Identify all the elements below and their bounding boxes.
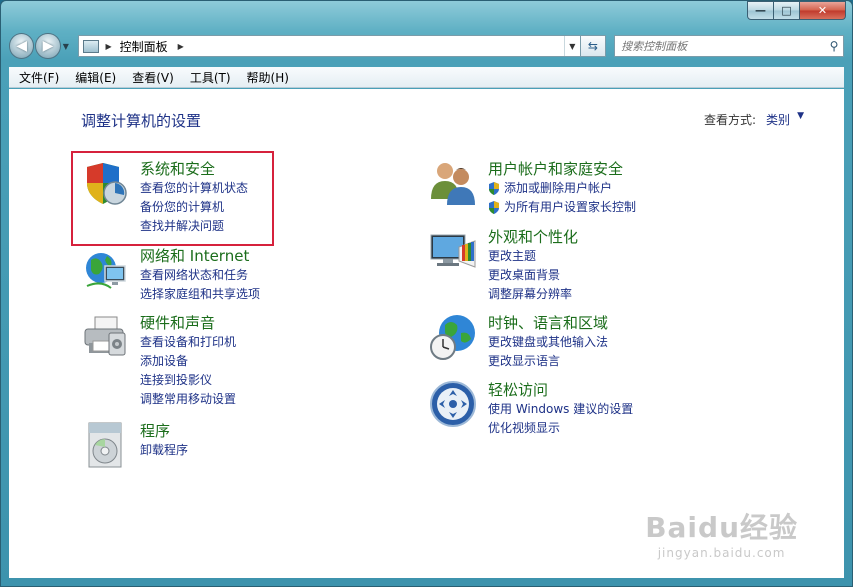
- category-link[interactable]: 更改桌面背景: [488, 266, 578, 285]
- category-link[interactable]: 调整屏幕分辨率: [488, 285, 578, 304]
- close-button[interactable]: ✕: [800, 1, 846, 20]
- category-title[interactable]: 用户帐户和家庭安全: [488, 159, 636, 179]
- printer-icon: [84, 316, 126, 356]
- category-link[interactable]: 更改键盘或其他输入法: [488, 333, 608, 352]
- category-title[interactable]: 轻松访问: [488, 380, 633, 400]
- appearance-icon: [430, 234, 476, 268]
- address-dropdown-icon[interactable]: ▼: [563, 36, 580, 56]
- category-title[interactable]: 外观和个性化: [488, 227, 578, 247]
- control-panel-window: — □ ✕ ◀ ▶ ▼ ▶ 控制面板 ▶ ▼ ⇆ ⚲ 文件(F) 编辑(E) 查…: [0, 0, 853, 587]
- category-title[interactable]: 时钟、语言和区域: [488, 313, 608, 333]
- category-link[interactable]: 查看设备和打印机: [140, 333, 236, 352]
- view-by-selector[interactable]: 类别: [766, 111, 790, 128]
- users-icon: [431, 163, 475, 205]
- highlight-box: [71, 151, 274, 246]
- content-pane: 调整计算机的设置 查看方式: 类别 ▼ 系统和安全 查看您的计算机状态 备份您的…: [9, 89, 844, 578]
- category-link[interactable]: 使用 Windows 建议的设置: [488, 400, 633, 419]
- category-link[interactable]: 添加设备: [140, 352, 236, 371]
- clock-globe-icon: [430, 315, 475, 360]
- category-link-text[interactable]: 为所有用户设置家长控制: [504, 198, 636, 217]
- category-link[interactable]: 更改显示语言: [488, 352, 608, 371]
- uac-shield-icon: [489, 201, 499, 214]
- category-title[interactable]: 网络和 Internet: [140, 246, 260, 266]
- category-link-text[interactable]: 添加或删除用户帐户: [504, 179, 612, 198]
- category-link[interactable]: 优化视频显示: [488, 419, 633, 438]
- control-panel-icon: [83, 39, 100, 53]
- view-by-label: 查看方式:: [703, 113, 756, 127]
- category-link[interactable]: 连接到投影仪: [140, 371, 236, 390]
- breadcrumb-arrow-icon[interactable]: ▶: [178, 42, 184, 51]
- category-link[interactable]: 更改主题: [488, 247, 578, 266]
- recent-pages-dropdown[interactable]: ▼: [63, 42, 73, 51]
- ease-of-access-icon: [430, 381, 476, 427]
- baidu-watermark: Baidu经验 jingyan.baidu.com: [645, 506, 798, 560]
- refresh-icon: ⇆: [587, 39, 598, 53]
- category-link[interactable]: 选择家庭组和共享选项: [140, 285, 260, 304]
- category-link[interactable]: 添加或删除用户帐户: [488, 179, 636, 198]
- breadcrumb-arrow-icon[interactable]: ▶: [105, 42, 111, 51]
- category-link[interactable]: 查看网络状态和任务: [140, 266, 260, 285]
- caption-buttons: — □ ✕: [747, 1, 846, 21]
- category-link[interactable]: 为所有用户设置家长控制: [488, 198, 636, 217]
- menu-tools[interactable]: 工具(T): [190, 69, 231, 86]
- search-icon[interactable]: ⚲: [825, 39, 843, 53]
- chevron-down-icon[interactable]: ▼: [797, 111, 804, 121]
- category-title[interactable]: 硬件和声音: [140, 313, 236, 333]
- menu-edit[interactable]: 编辑(E): [75, 69, 116, 86]
- programs-icon: [88, 422, 122, 468]
- address-bar[interactable]: ▶ 控制面板 ▶ ▼: [78, 35, 581, 57]
- watermark-logo: Baidu经验: [645, 511, 798, 544]
- minimize-button[interactable]: —: [747, 1, 774, 20]
- category-title[interactable]: 程序: [140, 421, 188, 441]
- search-box[interactable]: ⚲: [614, 35, 844, 57]
- breadcrumb-control-panel[interactable]: 控制面板: [120, 38, 168, 55]
- network-globe-icon: [86, 253, 126, 289]
- page-title: 调整计算机的设置: [81, 112, 202, 130]
- maximize-button[interactable]: □: [774, 1, 800, 20]
- category-link[interactable]: 调整常用移动设置: [140, 390, 236, 409]
- search-input[interactable]: [621, 39, 825, 53]
- back-button[interactable]: ◀: [9, 33, 35, 59]
- uac-shield-icon: [489, 182, 499, 195]
- refresh-button[interactable]: ⇆: [580, 35, 607, 57]
- forward-button[interactable]: ▶: [35, 33, 61, 59]
- watermark-url: jingyan.baidu.com: [657, 546, 786, 560]
- category-link[interactable]: 卸载程序: [140, 441, 188, 460]
- navigation-bar: ◀ ▶ ▼ ▶ 控制面板 ▶ ▼ ⇆ ⚲: [9, 32, 844, 60]
- menu-file[interactable]: 文件(F): [19, 69, 59, 86]
- menu-help[interactable]: 帮助(H): [247, 69, 289, 86]
- menu-bar: 文件(F) 编辑(E) 查看(V) 工具(T) 帮助(H): [9, 67, 844, 88]
- menu-view[interactable]: 查看(V): [132, 69, 174, 86]
